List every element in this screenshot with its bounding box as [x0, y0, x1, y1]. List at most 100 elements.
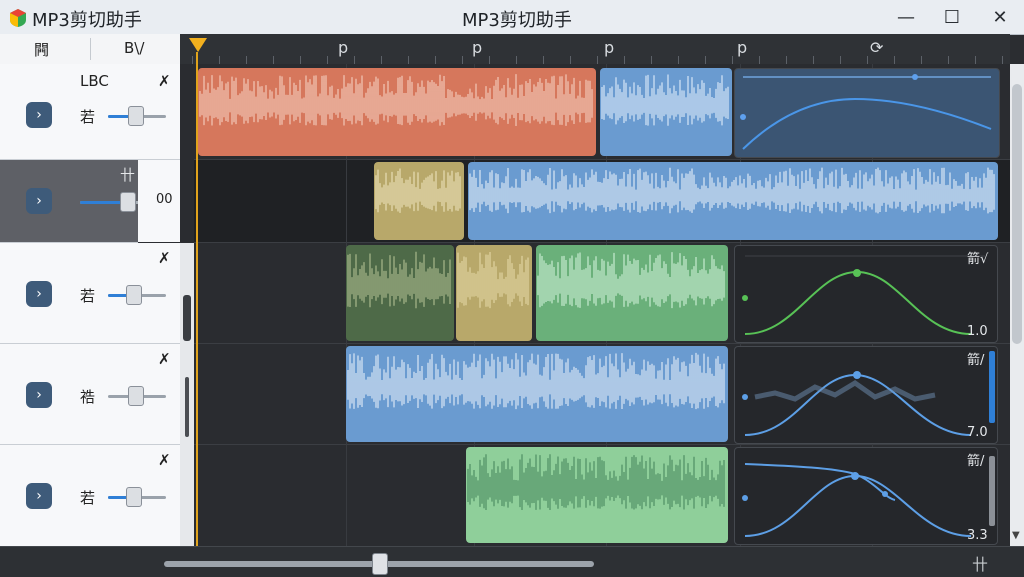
ruler-tick: [381, 56, 382, 64]
title-bar: MP3剪切助手 MP3剪切助手 — ☐ ✕: [0, 0, 1024, 35]
ruler-tick: [651, 56, 652, 64]
ruler-tick: [597, 56, 598, 64]
audio-clip[interactable]: [198, 68, 596, 156]
envelope-level-bar: [989, 351, 995, 423]
ruler-marker[interactable]: p: [604, 38, 614, 57]
ruler-tick: [489, 56, 490, 64]
volume-knob[interactable]: [128, 106, 144, 126]
ruler-tick: [462, 56, 463, 64]
bottom-bar: 卄: [0, 546, 1024, 577]
track-remove-icon[interactable]: ✗: [158, 350, 171, 368]
header-col-1[interactable]: 闁: [34, 39, 49, 60]
volume-knob[interactable]: [126, 487, 142, 507]
ruler-tick: [867, 56, 868, 64]
track-extra: 0​0: [156, 192, 173, 207]
ruler-tick: [192, 56, 193, 64]
track-header[interactable]: ✗ › 若: [0, 243, 194, 344]
envelope-curve[interactable]: [735, 246, 997, 342]
audio-clip[interactable]: [468, 162, 998, 240]
envelope-value: 1.0: [967, 324, 988, 339]
horizontal-zoom-knob[interactable]: [372, 553, 388, 575]
track-name: 若: [80, 108, 96, 126]
envelope-label: 箭√: [967, 252, 989, 267]
audio-clip[interactable]: [600, 68, 732, 156]
volume-knob[interactable]: [128, 386, 144, 406]
header-col-2[interactable]: B\/: [124, 39, 144, 57]
track-header[interactable]: LBC ✗ › 若: [0, 64, 194, 160]
ruler-tick: [543, 56, 544, 64]
envelope-value: 3.3: [967, 528, 988, 543]
track-name: 若: [80, 287, 96, 305]
audio-clip[interactable]: [346, 245, 454, 341]
ruler-tick: [354, 56, 355, 64]
track-header-selected[interactable]: 卄 ›: [0, 160, 154, 243]
envelope-curve[interactable]: [735, 448, 997, 544]
expand-track-button[interactable]: ›: [26, 281, 52, 307]
window-title: MP3剪切助手: [462, 10, 572, 31]
track-remove-icon[interactable]: ✗: [158, 249, 171, 267]
track-list-scrollbar[interactable]: [180, 243, 194, 546]
audio-clip[interactable]: [536, 245, 728, 341]
vertical-scroll-thumb[interactable]: [1012, 84, 1022, 344]
snap-icon[interactable]: 卄: [972, 551, 988, 575]
close-button[interactable]: ✕: [982, 4, 1018, 30]
envelope-curve[interactable]: [735, 347, 997, 443]
app-logo-icon: [10, 9, 26, 27]
envelope-panel[interactable]: 箭√ 1.0: [734, 245, 998, 343]
track-list-scroll-thumb-2[interactable]: [185, 377, 189, 437]
track-label: LBC: [80, 72, 109, 90]
ruler-marker[interactable]: p: [737, 38, 747, 57]
ruler-tick: [840, 56, 841, 64]
ruler-tick: [705, 56, 706, 64]
timeline-vertical-scrollbar[interactable]: ▼: [1010, 64, 1024, 546]
ruler-tick: [570, 56, 571, 64]
ruler-tick: [1002, 56, 1003, 64]
maximize-button[interactable]: ☐: [934, 4, 970, 30]
track-name: 祰: [80, 388, 96, 406]
track-header-side: 0​0: [138, 160, 180, 242]
envelope-panel[interactable]: 箭/ 3.3: [734, 447, 998, 545]
expand-track-button[interactable]: ›: [26, 382, 52, 408]
envelope-label: 箭/: [967, 454, 985, 469]
ruler-tick: [948, 56, 949, 64]
ruler-tick: [678, 56, 679, 64]
expand-track-button[interactable]: ›: [26, 483, 52, 509]
expand-track-button[interactable]: ›: [26, 188, 52, 214]
ruler-marker[interactable]: p: [338, 38, 348, 57]
track-remove-icon[interactable]: ✗: [158, 451, 171, 469]
track-list-header: 闁 B\/: [0, 34, 194, 65]
track-label: 卄: [120, 166, 136, 184]
timeline-ruler[interactable]: p p p p ⟳: [180, 34, 1010, 65]
audio-clip[interactable]: [346, 346, 728, 442]
playhead-line[interactable]: [196, 52, 198, 546]
expand-track-button[interactable]: ›: [26, 102, 52, 128]
playhead-handle[interactable]: [189, 38, 207, 52]
volume-fill: [108, 496, 128, 499]
envelope-panel[interactable]: [734, 68, 1000, 158]
volume-knob[interactable]: [120, 192, 136, 212]
loop-marker[interactable]: ⟳: [870, 38, 883, 57]
app-name: MP3剪切助手: [32, 10, 142, 31]
envelope-panel[interactable]: 箭/ 7.0: [734, 346, 998, 444]
audio-clip[interactable]: [374, 162, 464, 240]
ruler-tick: [516, 56, 517, 64]
track-header[interactable]: ✗ › 若: [0, 445, 194, 547]
track-list-gutter: [180, 64, 194, 242]
track-list-scroll-thumb[interactable]: [183, 295, 191, 341]
ruler-tick: [813, 56, 814, 64]
minimize-button[interactable]: —: [888, 4, 924, 30]
audio-clip[interactable]: [456, 245, 532, 341]
ruler-marker[interactable]: p: [472, 38, 482, 57]
envelope-value: 7.0: [967, 425, 988, 440]
track-remove-icon[interactable]: ✗: [158, 72, 171, 90]
scroll-down-arrow-icon[interactable]: ▼: [1012, 530, 1020, 541]
ruler-tick: [219, 56, 220, 64]
ruler-tick: [246, 56, 247, 64]
track-name: 若: [80, 489, 96, 507]
ruler-tick: [273, 56, 274, 64]
ruler-tick: [435, 56, 436, 64]
track-header[interactable]: ✗ › 祰: [0, 344, 194, 445]
audio-clip[interactable]: [466, 447, 728, 543]
volume-knob[interactable]: [126, 285, 142, 305]
envelope-curve[interactable]: [735, 69, 999, 157]
